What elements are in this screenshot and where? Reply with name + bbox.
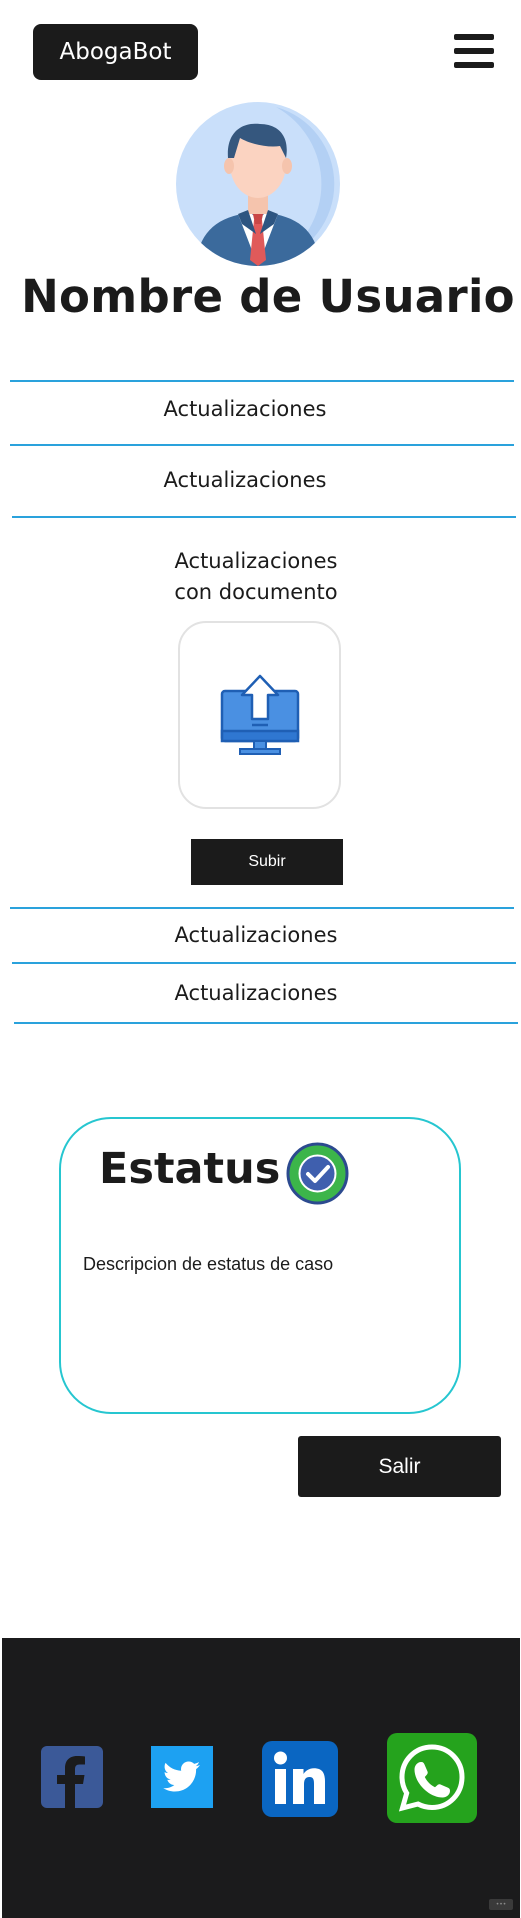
divider <box>10 907 514 909</box>
divider <box>12 516 516 518</box>
user-avatar-icon <box>176 102 340 266</box>
linkedin-icon[interactable] <box>262 1741 338 1817</box>
status-description: Descripcion de estatus de caso <box>83 1254 334 1274</box>
upload-dropzone[interactable] <box>178 621 341 809</box>
updates-doc-line-2: con documento <box>174 580 338 604</box>
status-title: Estatus <box>99 1144 281 1194</box>
divider <box>10 380 514 382</box>
updates-doc-line-1: Actualizaciones <box>174 549 338 573</box>
user-name-heading: Nombre de Usuario <box>21 270 515 323</box>
watermark-badge: ••• <box>489 1899 513 1910</box>
exit-button[interactable]: Salir <box>298 1436 501 1497</box>
updates-item-1[interactable]: Actualizaciones <box>10 397 480 421</box>
computer-upload-icon <box>220 674 299 755</box>
updates-with-document: Actualizaciones con documento <box>156 546 356 608</box>
check-circle-icon <box>286 1142 349 1205</box>
divider <box>14 1022 518 1024</box>
hamburger-menu-icon[interactable] <box>454 34 494 70</box>
updates-item-3[interactable]: Actualizaciones <box>156 923 356 947</box>
updates-item-2[interactable]: Actualizaciones <box>10 468 480 492</box>
facebook-icon[interactable] <box>41 1746 103 1808</box>
updates-item-4[interactable]: Actualizaciones <box>156 981 356 1005</box>
divider <box>10 444 514 446</box>
upload-button[interactable]: Subir <box>191 839 343 885</box>
twitter-icon[interactable] <box>151 1746 213 1808</box>
whatsapp-icon[interactable] <box>387 1733 477 1823</box>
logo-button[interactable]: AbogaBot <box>33 24 198 80</box>
divider <box>12 962 516 964</box>
